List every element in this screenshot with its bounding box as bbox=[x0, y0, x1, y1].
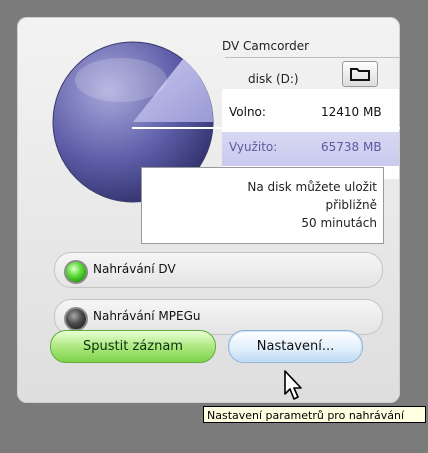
note-line-1: Na disk můžete uložit bbox=[247, 180, 377, 194]
note-line-2: přibližně bbox=[325, 198, 377, 212]
used-value: 65738 MB bbox=[321, 140, 382, 154]
browse-folder-button[interactable] bbox=[342, 61, 378, 87]
start-recording-button[interactable]: Spustit záznam bbox=[50, 330, 216, 363]
used-label: Využito: bbox=[229, 140, 278, 154]
settings-button[interactable]: Nastavení... bbox=[228, 330, 363, 363]
note-line-3: 50 minutách bbox=[301, 216, 377, 230]
led-on-icon bbox=[64, 260, 88, 284]
device-title: DV Camcorder bbox=[222, 39, 310, 53]
mode-dv-label: Nahrávání DV bbox=[93, 262, 176, 276]
led-off-icon bbox=[64, 307, 88, 331]
mode-dv-option[interactable]: Nahrávání DV bbox=[54, 252, 383, 288]
folder-icon bbox=[350, 68, 370, 81]
title-divider bbox=[225, 57, 399, 58]
free-label: Volno: bbox=[229, 105, 266, 119]
recording-panel: DV Camcorder disk (D:) Volno: 12410 MB V… bbox=[17, 17, 400, 403]
mode-mpeg-label: Nahrávání MPEGu bbox=[93, 309, 201, 323]
pie-pointer-line bbox=[132, 127, 400, 129]
free-value: 12410 MB bbox=[321, 105, 382, 119]
settings-tooltip: Nastavení parametrů pro nahrávání bbox=[203, 406, 426, 423]
arrow-cursor-icon bbox=[284, 370, 302, 400]
drive-label: disk (D:) bbox=[248, 72, 299, 86]
capacity-note: Na disk můžete uložit přibližně 50 minut… bbox=[141, 167, 384, 244]
